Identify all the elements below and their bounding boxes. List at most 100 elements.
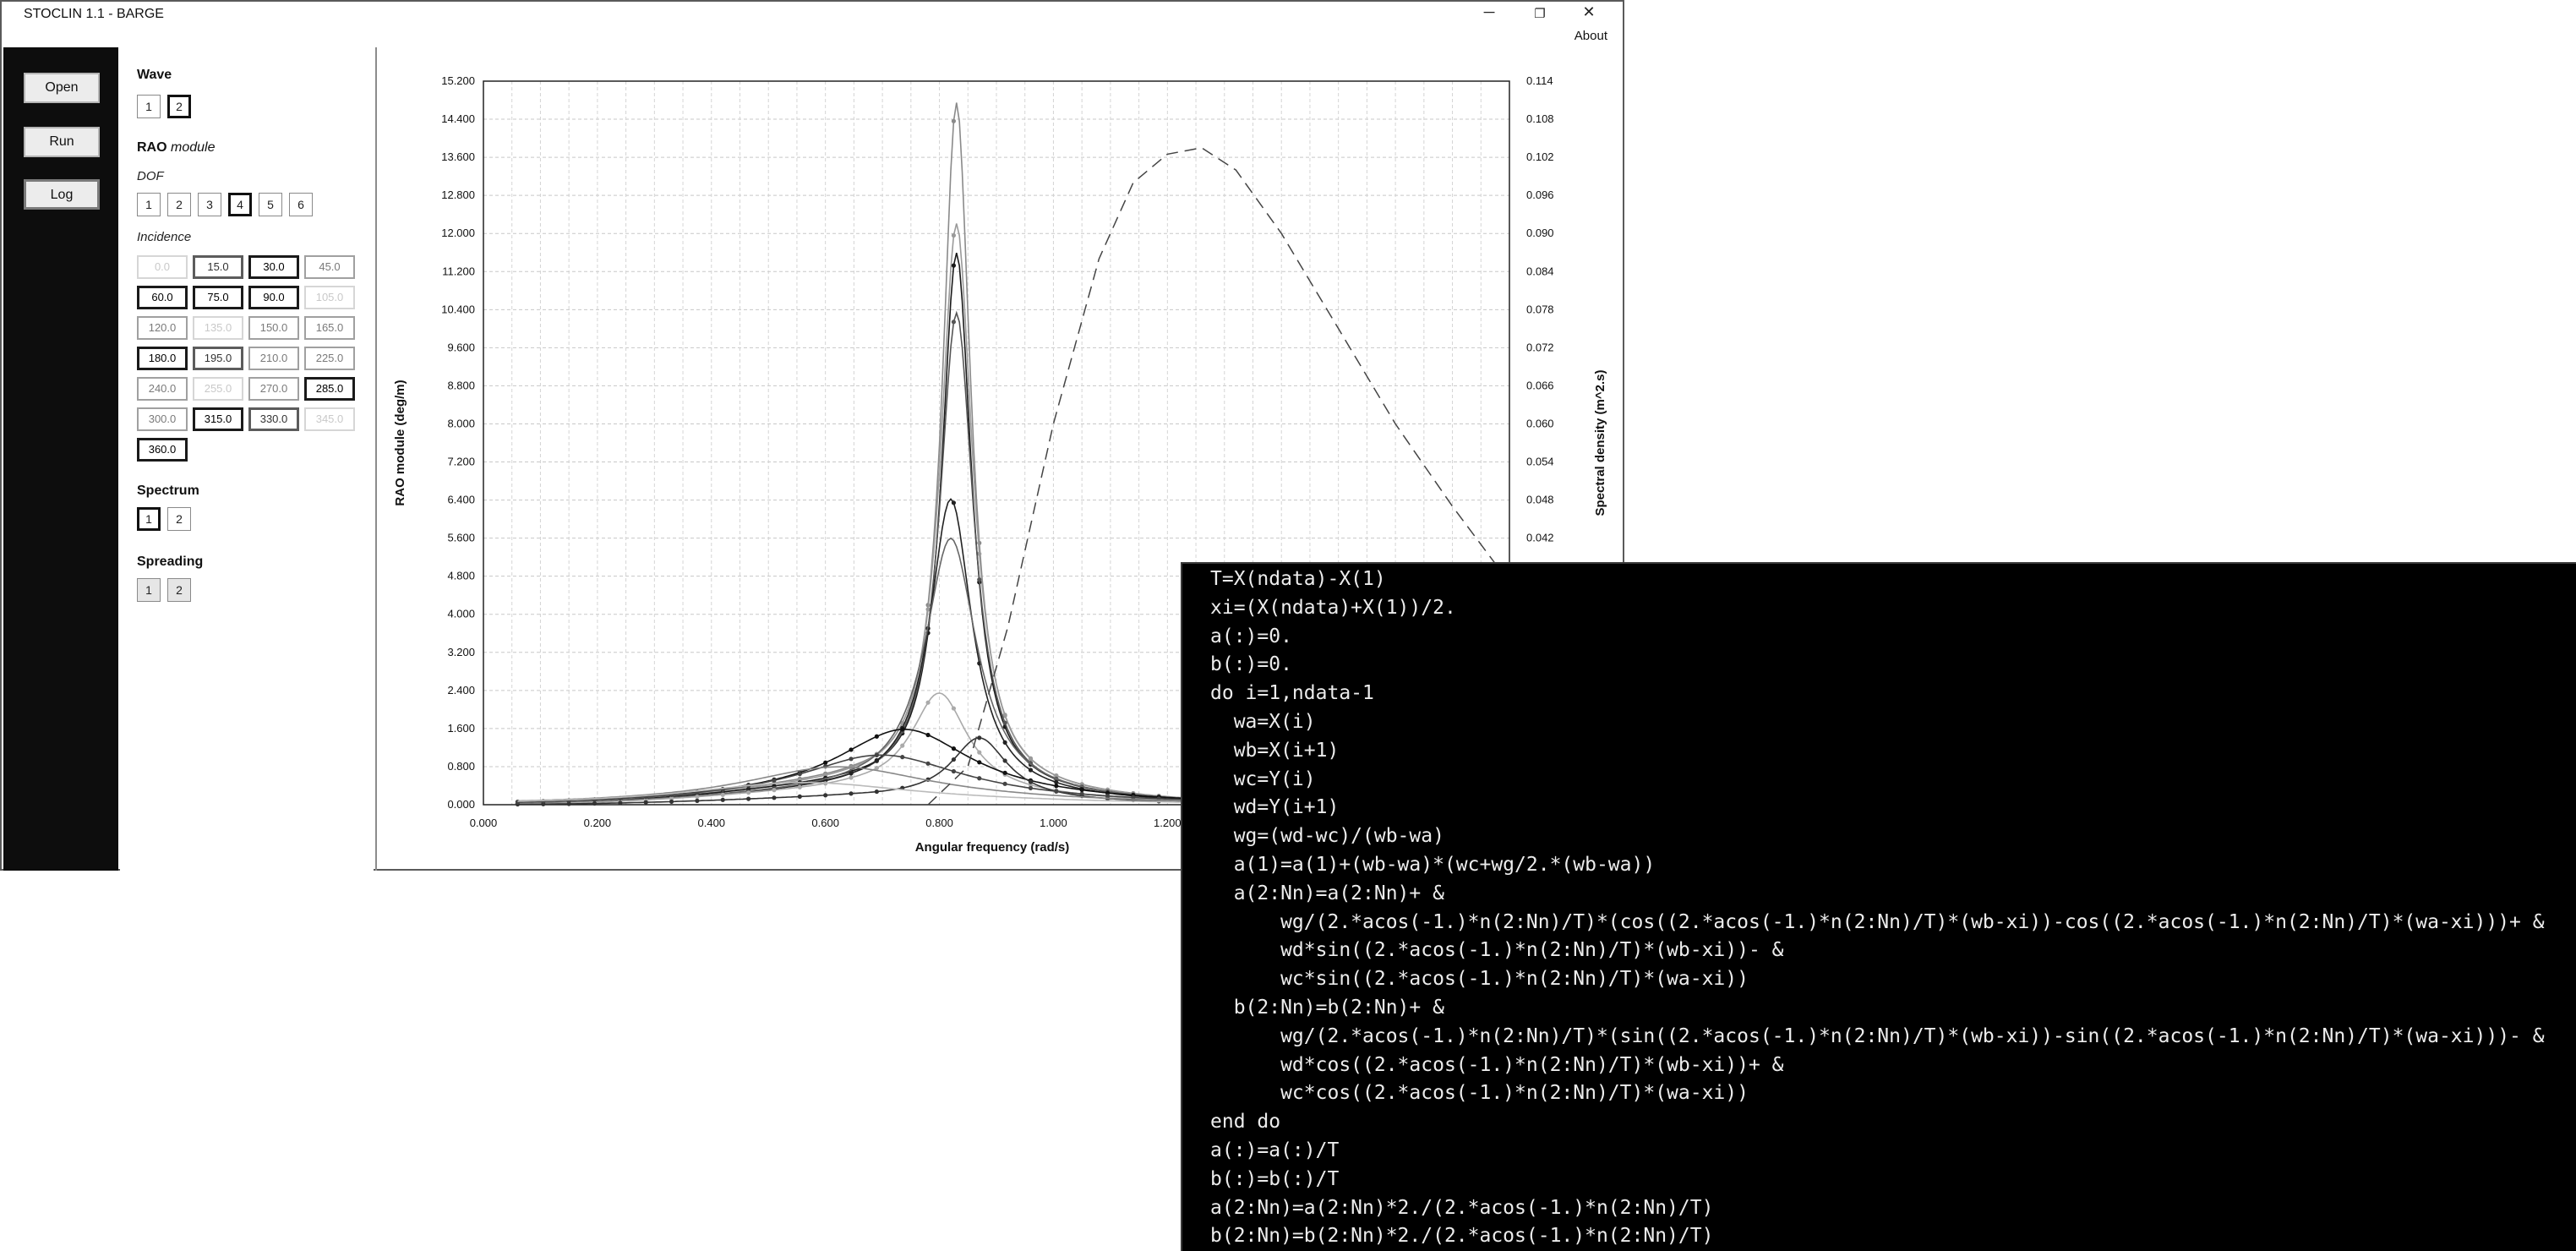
incidence-button-75-0[interactable]: 75.0: [193, 286, 243, 309]
rao-series-point: [849, 757, 854, 762]
incidence-button-0-0[interactable]: 0.0: [137, 255, 188, 279]
y2-tick-label: 0.054: [1526, 456, 1554, 468]
y-tick-label: 13.600: [441, 150, 475, 163]
dof-button-3[interactable]: 3: [198, 193, 221, 216]
rao-series-point: [720, 797, 725, 802]
y-tick-label: 11.200: [442, 265, 475, 277]
incidence-button-165-0[interactable]: 165.0: [304, 316, 355, 340]
rao-series-point: [1079, 787, 1084, 793]
spectrum-button-2[interactable]: 2: [167, 507, 191, 531]
rao-series-point: [772, 778, 777, 783]
spectrum-button-1[interactable]: 1: [137, 507, 161, 531]
incidence-button-150-0[interactable]: 150.0: [248, 316, 299, 340]
restore-icon[interactable]: ❐: [1523, 6, 1557, 21]
incidence-button-270-0[interactable]: 270.0: [248, 377, 299, 401]
x-tick-label: 1.200: [1154, 817, 1182, 829]
incidence-button-120-0[interactable]: 120.0: [137, 316, 188, 340]
wave-button-2[interactable]: 2: [167, 95, 191, 118]
incidence-button-240-0[interactable]: 240.0: [137, 377, 188, 401]
rao-series-point: [1079, 791, 1084, 796]
rao-series-point: [1105, 793, 1111, 799]
y-tick-label: 12.800: [441, 188, 475, 201]
x-tick-label: 0.200: [584, 817, 612, 829]
rao-series-point: [951, 232, 957, 238]
rao-series-point: [977, 577, 982, 582]
incidence-title: Incidence: [137, 230, 192, 244]
rao-series-point: [797, 772, 802, 777]
spreading-button-1[interactable]: 1: [137, 578, 161, 602]
code-line: wg/(2.*acos(-1.)*n(2:Nn)/T)*(sin((2.*aco…: [1210, 1024, 2545, 1047]
code-line: wg=(wd-wc)/(wb-wa): [1210, 825, 1444, 848]
rao-series-point: [695, 798, 700, 803]
close-icon[interactable]: ✕: [1572, 3, 1606, 21]
code-line: wg/(2.*acos(-1.)*n(2:Nn)/T)*(cos((2.*aco…: [1210, 910, 2545, 933]
spreading-button-2[interactable]: 2: [167, 578, 191, 602]
incidence-button-195-0[interactable]: 195.0: [193, 347, 243, 370]
rao-series-point: [1028, 756, 1034, 761]
incidence-button-30-0[interactable]: 30.0: [248, 255, 299, 279]
incidence-button-315-0[interactable]: 315.0: [193, 407, 243, 431]
x-axis-label: Angular frequency (rad/s): [915, 840, 1070, 855]
wave-button-1[interactable]: 1: [137, 95, 161, 118]
incidence-button-45-0[interactable]: 45.0: [304, 255, 355, 279]
incidence-button-180-0[interactable]: 180.0: [137, 347, 188, 370]
rao-series-point: [643, 800, 648, 805]
y-tick-label: 3.200: [447, 646, 475, 658]
x-tick-label: 0.400: [698, 817, 726, 829]
y-tick-label: 4.000: [447, 608, 475, 620]
code-line: a(1)=a(1)+(wb-wa)*(wc+wg/2.*(wb-wa)): [1210, 853, 1656, 876]
about-menu[interactable]: About: [1575, 29, 1607, 43]
incidence-button-105-0[interactable]: 105.0: [304, 286, 355, 309]
rao-title-suffix: module: [171, 140, 216, 155]
code-line: b(2:Nn)=b(2:Nn)+ &: [1210, 996, 1444, 1019]
y-tick-label: 7.200: [447, 456, 475, 468]
dof-button-4[interactable]: 4: [228, 193, 252, 216]
rao-series-point: [849, 771, 854, 776]
incidence-button-345-0[interactable]: 345.0: [304, 407, 355, 431]
incidence-button-360-0[interactable]: 360.0: [137, 438, 188, 462]
rao-series-point: [874, 734, 879, 739]
y2-tick-label: 0.108: [1526, 112, 1554, 125]
dof-button-6[interactable]: 6: [289, 193, 313, 216]
incidence-button-330-0[interactable]: 330.0: [248, 407, 299, 431]
y-tick-label: 0.000: [447, 798, 475, 811]
code-line: a(2:Nn)=a(2:Nn)+ &: [1210, 882, 1444, 904]
minimize-icon[interactable]: ─: [1472, 3, 1506, 21]
incidence-button-300-0[interactable]: 300.0: [137, 407, 188, 431]
incidence-button-60-0[interactable]: 60.0: [137, 286, 188, 309]
incidence-button-210-0[interactable]: 210.0: [248, 347, 299, 370]
code-line: a(2:Nn)=a(2:Nn)*2./(2.*acos(-1.)*n(2:Nn)…: [1210, 1196, 1714, 1219]
rao-series-point: [1002, 770, 1007, 775]
rao-series-point: [977, 776, 982, 781]
incidence-button-15-0[interactable]: 15.0: [193, 255, 243, 279]
code-block: T=X(ndata)-X(1) xi=(X(ndata)+X(1))/2. a(:)…: [1210, 565, 2545, 1251]
dof-button-2[interactable]: 2: [167, 193, 191, 216]
dof-button-5[interactable]: 5: [259, 193, 282, 216]
x-tick-label: 1.000: [1040, 817, 1067, 829]
rao-series-point: [618, 800, 623, 806]
code-line: a(:)=0.: [1210, 625, 1292, 647]
run-button[interactable]: Run: [24, 127, 100, 157]
rao-series-point: [669, 799, 674, 804]
code-line: do i=1,ndata-1: [1210, 682, 1374, 705]
incidence-button-225-0[interactable]: 225.0: [304, 347, 355, 370]
rao-series-point: [1002, 740, 1007, 745]
open-button[interactable]: Open: [24, 73, 100, 103]
incidence-button-90-0[interactable]: 90.0: [248, 286, 299, 309]
rao-series-point: [772, 795, 777, 800]
incidence-button-135-0[interactable]: 135.0: [193, 316, 243, 340]
dof-button-1[interactable]: 1: [137, 193, 161, 216]
wave-title: Wave: [137, 68, 172, 82]
spectrum-title: Spectrum: [137, 483, 199, 498]
incidence-button-255-0[interactable]: 255.0: [193, 377, 243, 401]
code-line: wd=Y(i+1): [1210, 796, 1340, 819]
x-tick-label: 0.000: [470, 817, 498, 829]
y-tick-label: 2.400: [447, 684, 475, 697]
x-tick-label: 0.800: [925, 817, 953, 829]
toolbar: Open Run Log: [3, 47, 118, 871]
incidence-button-285-0[interactable]: 285.0: [304, 377, 355, 401]
rao-series-point: [900, 727, 905, 732]
log-button[interactable]: Log: [24, 179, 100, 210]
rao-series-point: [951, 118, 957, 123]
y2-tick-label: 0.072: [1526, 341, 1554, 353]
